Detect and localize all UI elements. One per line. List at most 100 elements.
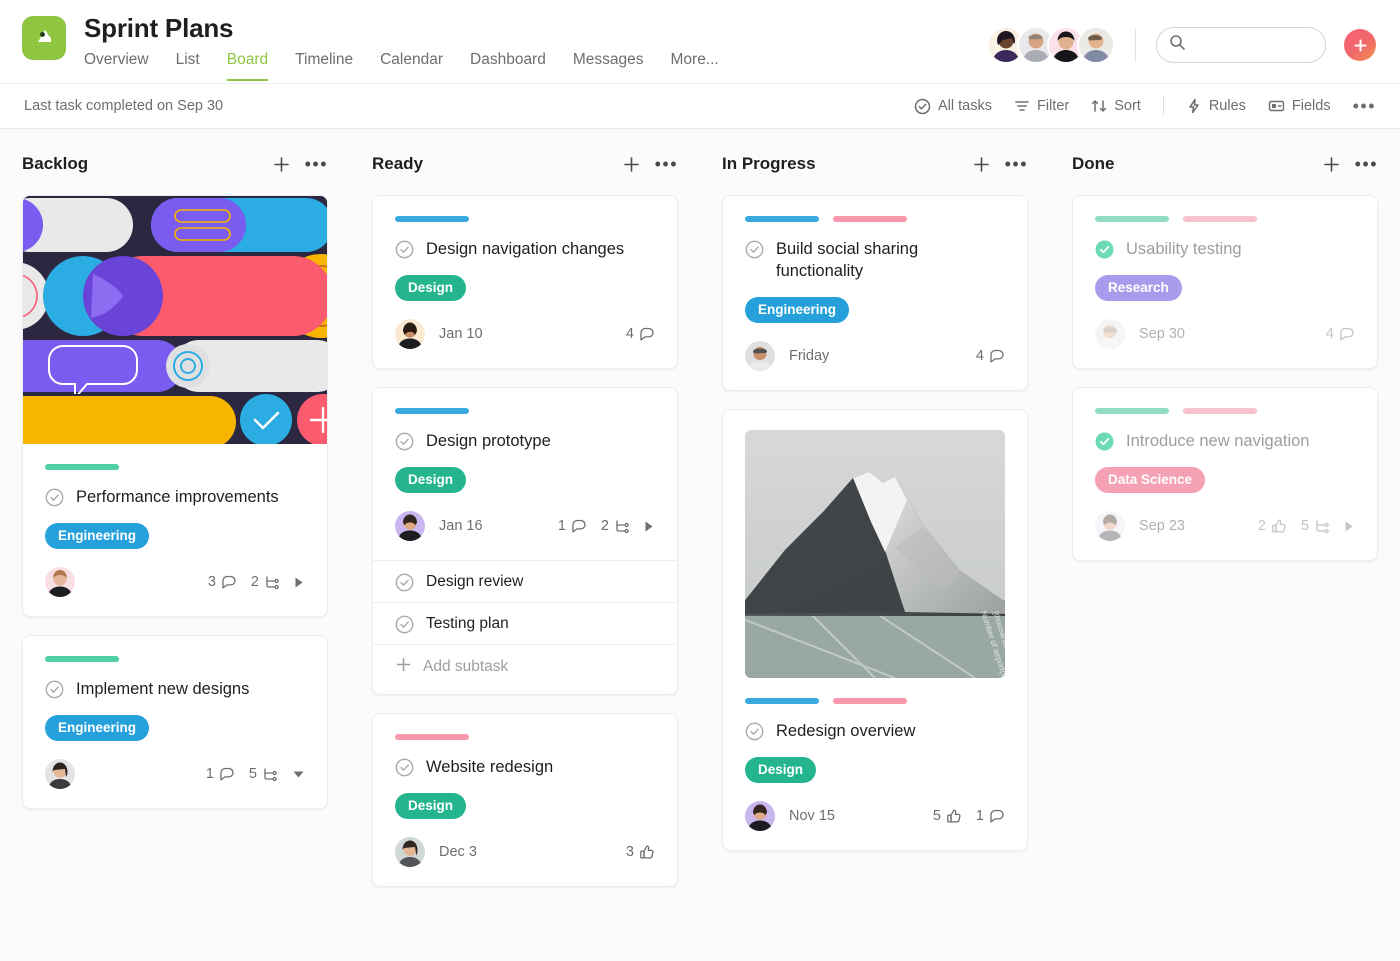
- search-input[interactable]: [1194, 36, 1313, 54]
- assignee-avatar[interactable]: [1095, 319, 1125, 349]
- card-due-date: Jan 16: [439, 518, 483, 534]
- avatar[interactable]: [1077, 26, 1115, 64]
- search-box[interactable]: [1156, 27, 1326, 63]
- comment-metric[interactable]: 4: [976, 348, 1005, 364]
- caret-down-icon[interactable]: [292, 769, 305, 780]
- complete-subtask-icon[interactable]: [395, 615, 414, 634]
- card-title-row: Build social sharing functionality: [745, 238, 1005, 282]
- task-completed-icon[interactable]: [1095, 432, 1114, 451]
- task-card[interactable]: Design prototype Design Jan 16 1 2 Desig…: [372, 387, 678, 695]
- card-footer: Friday 4: [745, 340, 1005, 372]
- complete-task-icon[interactable]: [745, 240, 764, 259]
- subtask-metric[interactable]: 2: [601, 518, 630, 534]
- assignee-avatar[interactable]: [745, 341, 775, 371]
- task-card[interactable]: Implement new designs Engineering 1 5: [22, 635, 328, 809]
- add-task-icon[interactable]: [1322, 155, 1341, 174]
- comment-metric[interactable]: 1: [206, 766, 235, 782]
- comment-metric[interactable]: 1: [558, 518, 587, 534]
- add-subtask-button[interactable]: Add subtask: [373, 645, 677, 694]
- tab-board[interactable]: Board: [226, 50, 269, 81]
- assignee-avatar[interactable]: [45, 567, 75, 597]
- tab-overview[interactable]: Overview: [84, 50, 149, 81]
- tab-list[interactable]: List: [176, 50, 200, 81]
- subtask-metric[interactable]: 5: [1301, 518, 1330, 534]
- tab-more[interactable]: More...: [671, 50, 719, 81]
- column-menu-icon[interactable]: •••: [1005, 155, 1028, 173]
- task-card[interactable]: Website redesign Design Dec 3 3: [372, 713, 678, 887]
- card-tag[interactable]: Engineering: [45, 715, 150, 741]
- comment-metric[interactable]: 4: [626, 326, 655, 342]
- sort-button[interactable]: Sort: [1091, 98, 1141, 114]
- card-body: Performance improvements Engineering 3 2: [23, 444, 327, 616]
- task-completed-icon[interactable]: [1095, 240, 1114, 259]
- all-tasks-button[interactable]: All tasks: [914, 98, 992, 115]
- like-metric[interactable]: 3: [626, 844, 655, 860]
- column-menu-icon[interactable]: •••: [655, 155, 678, 173]
- complete-subtask-icon[interactable]: [395, 573, 414, 592]
- task-card[interactable]: Introduce new navigation Data Science Se…: [1072, 387, 1378, 561]
- assignee-avatar[interactable]: [395, 837, 425, 867]
- complete-task-icon[interactable]: [45, 680, 64, 699]
- column-menu-icon[interactable]: •••: [305, 155, 328, 173]
- subtask-metric[interactable]: 2: [251, 574, 280, 590]
- card-tag[interactable]: Research: [1095, 275, 1182, 301]
- column-menu-icon[interactable]: •••: [1355, 155, 1378, 173]
- card-tag[interactable]: Engineering: [745, 297, 850, 323]
- task-card[interactable]: Performance improvements Engineering 3 2: [22, 195, 328, 617]
- add-task-icon[interactable]: [972, 155, 991, 174]
- card-tag[interactable]: Data Science: [1095, 467, 1206, 493]
- filter-button[interactable]: Filter: [1014, 98, 1069, 114]
- card-body: Design prototype Design Jan 16 1 2: [373, 388, 677, 560]
- card-tag[interactable]: Design: [395, 275, 467, 301]
- column-backlog: Backlog ••• Performance improvements Eng…: [0, 147, 350, 961]
- card-due-date: Friday: [789, 348, 830, 364]
- subtask-item[interactable]: Testing plan: [373, 603, 677, 645]
- card-bar: [1183, 216, 1257, 222]
- add-task-icon[interactable]: [272, 155, 291, 174]
- comment-metric[interactable]: 4: [1326, 326, 1355, 342]
- like-metric[interactable]: 5: [933, 808, 962, 824]
- task-card[interactable]: Design navigation changes Design Jan 10 …: [372, 195, 678, 369]
- task-card[interactable]: Usability testing Research Sep 30 4: [1072, 195, 1378, 369]
- assignee-avatar[interactable]: [745, 801, 775, 831]
- title-and-tabs: Sprint Plans Overview List Board Timelin…: [84, 12, 719, 81]
- card-title: Design prototype: [426, 432, 551, 450]
- card-tag[interactable]: Design: [395, 793, 467, 819]
- tab-timeline[interactable]: Timeline: [295, 50, 353, 81]
- assignee-avatar[interactable]: [1095, 511, 1125, 541]
- subtask-item[interactable]: Design review: [373, 561, 677, 603]
- add-task-icon[interactable]: [622, 155, 641, 174]
- card-tag[interactable]: Design: [745, 757, 817, 783]
- complete-task-icon[interactable]: [395, 758, 414, 777]
- complete-task-icon[interactable]: [395, 240, 414, 259]
- subtask-icon: [614, 518, 630, 534]
- tab-dashboard[interactable]: Dashboard: [470, 50, 546, 81]
- comment-metric[interactable]: 1: [976, 808, 1005, 824]
- comment-metric[interactable]: 3: [208, 574, 237, 590]
- caret-right-icon[interactable]: [644, 520, 655, 533]
- complete-task-icon[interactable]: [745, 722, 764, 741]
- tab-calendar[interactable]: Calendar: [380, 50, 443, 81]
- task-card[interactable]: Build social sharing functionality Engin…: [722, 195, 1028, 391]
- card-title-row: Introduce new navigation: [1095, 430, 1355, 452]
- complete-task-icon[interactable]: [45, 488, 64, 507]
- task-card[interactable]: Number of airport(s) (thousands of air c…: [722, 409, 1028, 851]
- fields-button[interactable]: Fields: [1268, 98, 1331, 114]
- card-title-row: Design navigation changes: [395, 238, 655, 260]
- rules-button[interactable]: Rules: [1186, 98, 1246, 114]
- subtask-metric[interactable]: 5: [249, 766, 278, 782]
- assignee-avatar[interactable]: [45, 759, 75, 789]
- add-button[interactable]: [1344, 29, 1376, 61]
- caret-right-icon[interactable]: [1344, 520, 1355, 533]
- assignee-avatar[interactable]: [395, 319, 425, 349]
- toolbar-overflow-button[interactable]: •••: [1353, 97, 1376, 115]
- tab-messages[interactable]: Messages: [573, 50, 644, 81]
- header-actions: [987, 26, 1376, 64]
- complete-task-icon[interactable]: [395, 432, 414, 451]
- card-tag[interactable]: Design: [395, 467, 467, 493]
- like-metric[interactable]: 2: [1258, 518, 1287, 534]
- card-tag[interactable]: Engineering: [45, 523, 150, 549]
- member-avatar-group[interactable]: [987, 26, 1115, 64]
- caret-right-icon[interactable]: [294, 576, 305, 589]
- assignee-avatar[interactable]: [395, 511, 425, 541]
